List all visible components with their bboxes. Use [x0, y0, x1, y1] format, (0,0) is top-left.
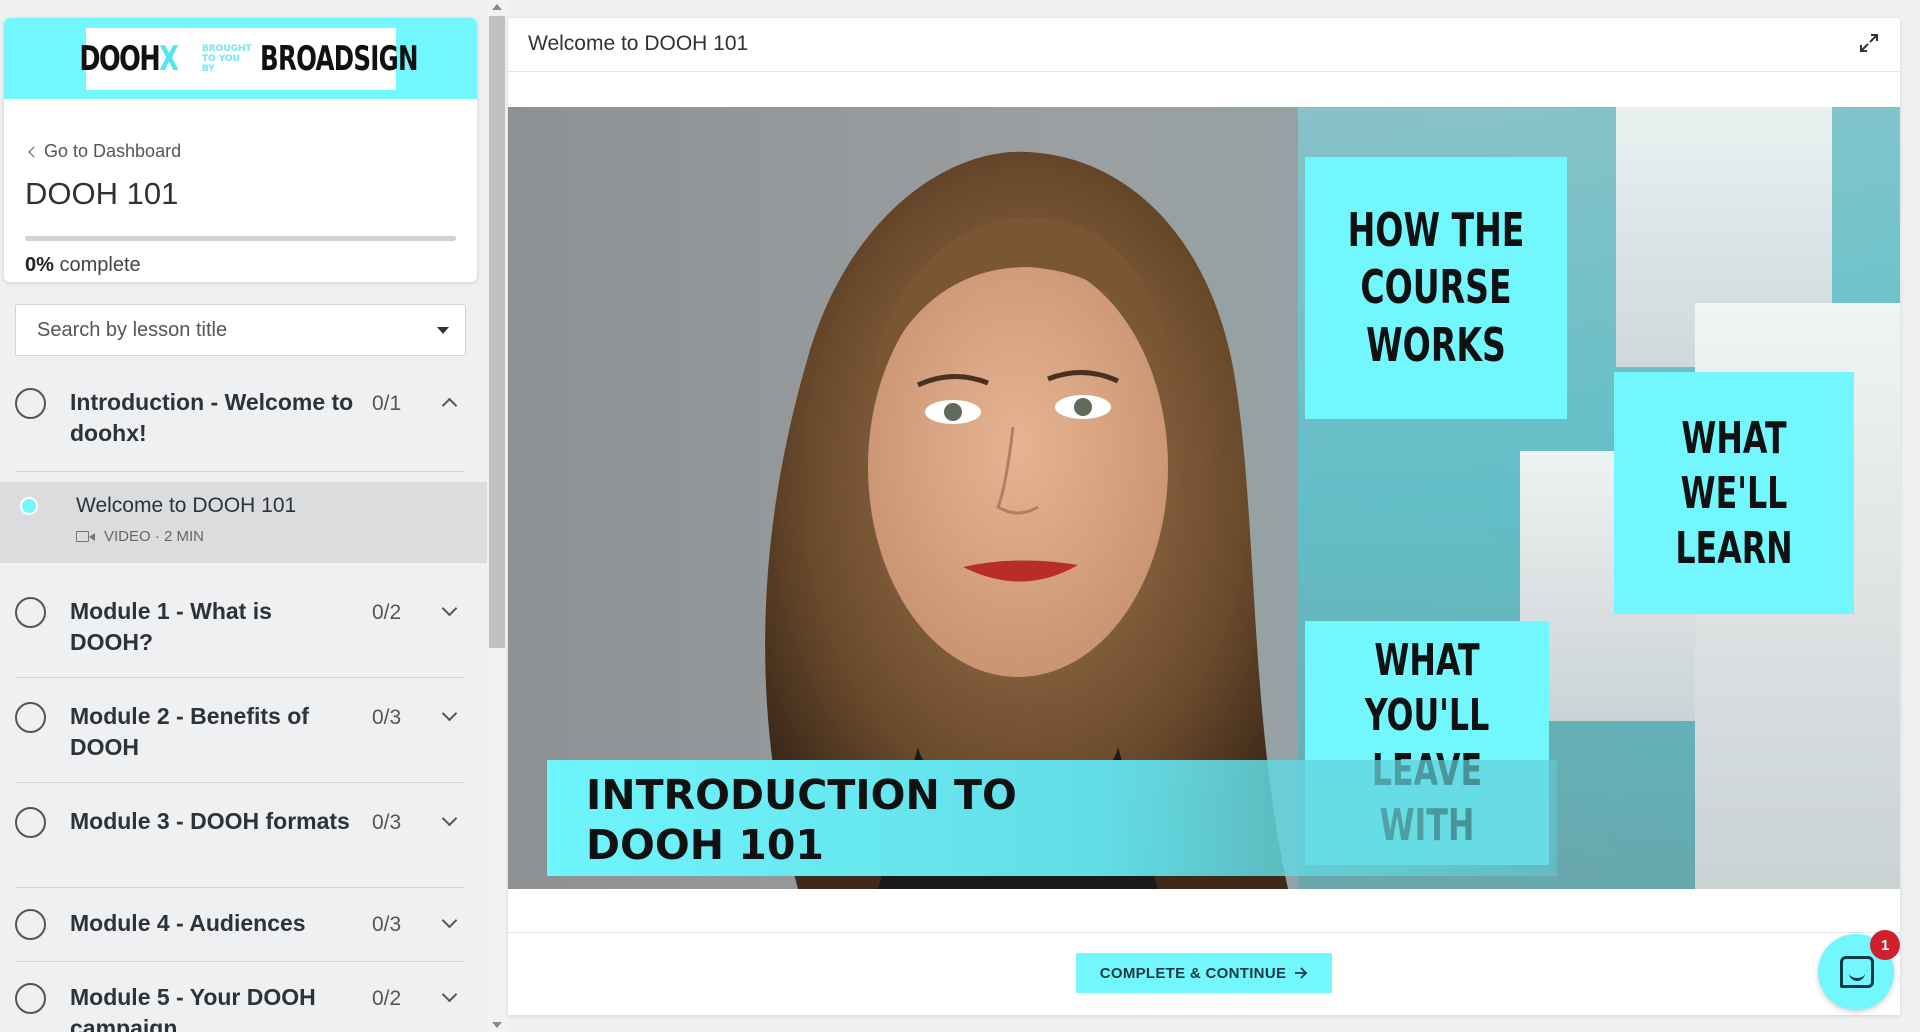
section-title: Introduction - Welcome to doohx!	[70, 389, 354, 446]
lesson-meta: VIDEO · 2 MIN	[76, 528, 204, 545]
chevron-down-icon	[441, 705, 458, 722]
section-status-circle-icon	[15, 702, 46, 733]
progress-text: 0% complete	[25, 254, 141, 277]
video-icon	[76, 530, 96, 543]
video-player[interactable]: HOW THE COURSE WORKS WHAT WE'LL LEARN WH…	[508, 107, 1900, 889]
section-status-circle-icon	[15, 983, 46, 1014]
course-sidebar: DOOHX BROUGHT TO YOU BY BROADSIGN Go to D…	[0, 0, 487, 1032]
section-title: Module 2 - Benefits of DOOH	[70, 703, 309, 760]
section-count: 0/3	[372, 706, 402, 729]
section-status-circle-icon	[15, 597, 46, 628]
course-title: DOOH 101	[25, 176, 179, 211]
section-title: Module 4 - Audiences	[70, 910, 306, 936]
chat-notification-badge: 1	[1870, 930, 1900, 960]
lesson-search-select[interactable]: Search by lesson title	[15, 304, 466, 356]
section-count: 0/2	[372, 601, 402, 624]
progress-suffix: complete	[59, 254, 141, 276]
video-card-how-course-works: HOW THE COURSE WORKS	[1305, 157, 1567, 419]
sidebar-scrollbar[interactable]	[487, 0, 507, 1032]
course-card: DOOHX BROUGHT TO YOU BY BROADSIGN Go to D…	[4, 18, 477, 282]
chevron-down-icon	[441, 600, 458, 617]
expand-icon[interactable]	[1858, 32, 1880, 54]
lesson-header: Welcome to DOOH 101	[508, 18, 1900, 72]
chevron-up-icon	[441, 397, 458, 414]
logo-band: DOOHX BROUGHT TO YOU BY BROADSIGN	[4, 18, 477, 99]
go-to-dashboard-link[interactable]: Go to Dashboard	[28, 141, 182, 162]
section-title: Module 5 - Your DOOH campaign	[70, 984, 316, 1032]
chevron-down-icon	[441, 986, 458, 1003]
section-status-circle-icon	[15, 388, 46, 419]
section-divider	[15, 782, 465, 783]
section-count: 0/1	[372, 392, 402, 415]
logo-broadsign-text: BROADSIGN	[259, 39, 418, 79]
search-placeholder: Search by lesson title	[37, 318, 228, 341]
arrow-right-icon	[1295, 967, 1308, 979]
section-divider	[15, 887, 465, 888]
back-link-label: Go to Dashboard	[44, 141, 182, 161]
chevron-left-icon	[28, 145, 40, 158]
lesson-status-dot-icon	[20, 497, 38, 515]
section-status-circle-icon	[15, 807, 46, 838]
section-divider	[15, 677, 465, 678]
lesson-header-title: Welcome to DOOH 101	[528, 32, 749, 55]
chevron-down-icon	[441, 912, 458, 929]
lesson-title: Welcome to DOOH 101	[76, 494, 297, 517]
scrollbar-thumb[interactable]	[489, 16, 505, 648]
doohx-logo[interactable]: DOOHX BROUGHT TO YOU BY BROADSIGN	[80, 28, 418, 90]
section-title: Module 3 - DOOH formats	[70, 808, 350, 834]
lesson-meta-text: VIDEO · 2 MIN	[104, 528, 205, 545]
lesson-content-panel: Welcome to DOOH 101 HOW THE COURSE WORKS…	[508, 18, 1900, 1015]
complete-and-continue-button[interactable]: COMPLETE & CONTINUE	[1076, 953, 1332, 993]
cta-label: COMPLETE & CONTINUE	[1099, 964, 1287, 982]
section-divider	[15, 961, 465, 962]
progress-percent: 0%	[25, 254, 54, 276]
section-count: 0/3	[372, 811, 402, 834]
chat-icon	[1840, 956, 1874, 988]
course-progress-bar	[25, 236, 456, 241]
section-status-circle-icon	[15, 909, 46, 940]
section-divider	[15, 471, 465, 472]
footer-divider	[508, 932, 1900, 933]
logo-dooh-text: DOOHX	[79, 39, 180, 79]
video-title-text: INTRODUCTION TO DOOH 101	[586, 771, 1017, 869]
chevron-down-icon	[441, 810, 458, 827]
scroll-down-arrow-icon[interactable]	[492, 1022, 502, 1028]
scroll-up-arrow-icon[interactable]	[492, 4, 502, 10]
section-title: Module 1 - What is DOOH?	[70, 598, 272, 655]
video-card-what-well-learn: WHAT WE'LL LEARN	[1614, 372, 1854, 614]
lesson-item-welcome[interactable]: Welcome to DOOH 101 VIDEO · 2 MIN	[0, 482, 487, 563]
logo-tagline: BROUGHT TO YOU BY	[201, 44, 252, 74]
section-count: 0/3	[372, 913, 402, 936]
caret-down-icon	[437, 327, 449, 334]
section-count: 0/2	[372, 987, 402, 1010]
